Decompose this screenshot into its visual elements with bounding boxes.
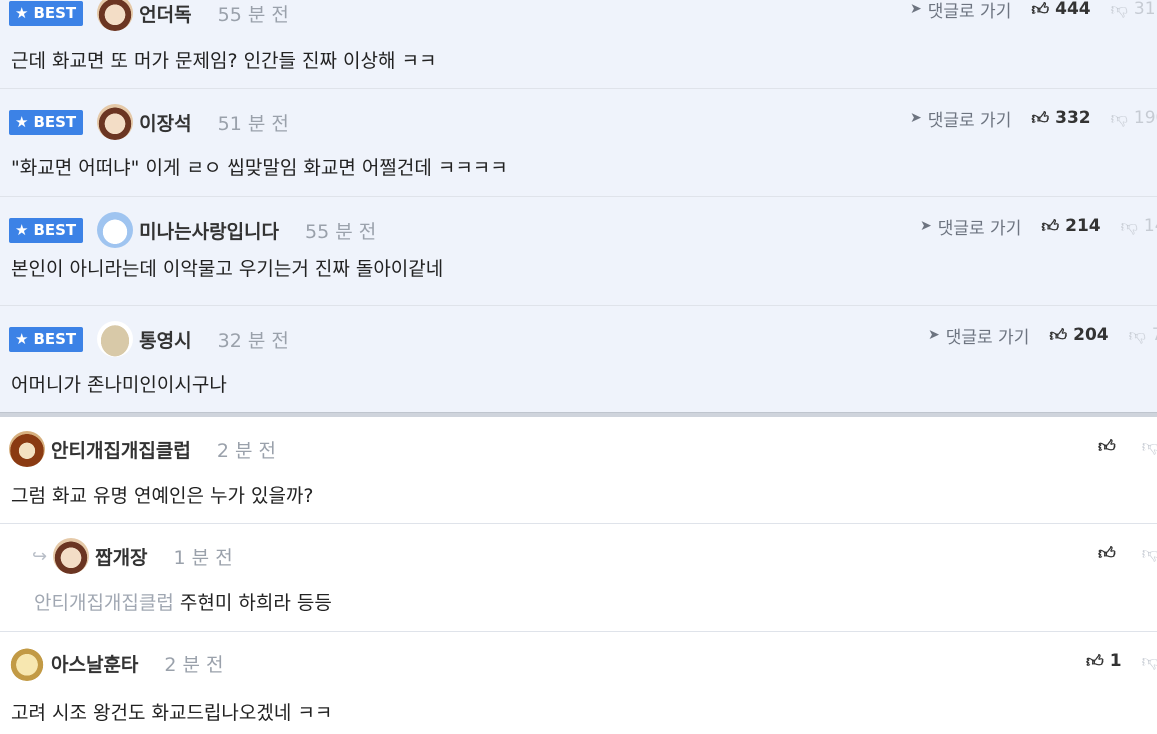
timestamp: 55 분 전 (305, 220, 377, 243)
location-arrow-icon: ➤ (910, 110, 922, 126)
comment-text: "화교면 어떠냐" 이게 ㄹㅇ 씹맞말임 화교면 어쩔건데 ㅋㅋㅋㅋ (11, 157, 508, 179)
thumbs-up-icon: 👍︎ (1049, 325, 1068, 346)
go-to-reply-link[interactable]: ➤ 댓글로 가기 (910, 0, 1011, 22)
upvote-button[interactable]: 👍︎ 332 (1031, 108, 1090, 129)
downvote-button[interactable]: 👎︎311 (1111, 0, 1157, 20)
comment-text: 고려 시조 왕건도 화교드립나오겠네 ㅋㅋ (11, 702, 333, 724)
timestamp: 51 분 전 (217, 112, 289, 135)
timestamp: 1 분 전 (173, 546, 233, 569)
thumbs-down-icon: 👎︎ (1110, 108, 1128, 129)
upvote-button[interactable]: 👍︎ 214 (1041, 216, 1100, 237)
avatar[interactable] (97, 0, 134, 31)
best-comment: ★BEST 이장석 51 분 전 ➤댓글로 가기 👍︎332 👎︎190 "화교… (0, 89, 1157, 197)
go-to-reply-link[interactable]: ➤ 댓글로 가기 (920, 214, 1021, 239)
nickname[interactable]: 안티개집개집클럽 (51, 436, 191, 463)
thumbs-up-icon: 👍︎ (1031, 0, 1050, 20)
upvote-button[interactable]: 👍︎ (1098, 436, 1122, 457)
downvote-button[interactable]: 👎︎7 (1129, 325, 1157, 346)
location-arrow-icon: ➤ (928, 327, 940, 343)
upvote-button[interactable]: 👍︎ (1098, 543, 1122, 564)
location-arrow-icon: ➤ (920, 218, 932, 234)
thumbs-down-icon: 👎︎ (1141, 651, 1157, 672)
best-badge: ★ BEST (9, 109, 84, 135)
reply-arrow-icon: ↪ (32, 545, 48, 567)
best-comment: ★BEST 통영시 32 분 전 ➤댓글로 가기 👍︎204 👎︎7 어머니가 … (0, 306, 1157, 412)
thumbs-down-icon: 👎︎ (1128, 325, 1146, 346)
comment-text: 본인이 아니라는데 이악물고 우기는거 진짜 돌아이같네 (11, 258, 444, 280)
downvote-button[interactable]: 👎︎190 (1111, 108, 1157, 129)
comment-text: 그럼 화교 유명 연예인은 누가 있을까? (11, 485, 314, 507)
upvote-button[interactable]: 👍︎ 1 (1086, 651, 1122, 672)
star-icon: ★ (15, 4, 29, 22)
timestamp: 2 분 전 (216, 439, 276, 462)
star-icon: ★ (15, 330, 29, 348)
thumbs-down-icon: 👎︎ (1110, 0, 1128, 20)
thumbs-down-icon: 👎︎ (1120, 216, 1138, 237)
best-comment: ★BEST 언더독 55 분 전 ➤댓글로 가기 👍︎444 👎︎311 근데 … (0, 0, 1157, 89)
comment-reply: ↪ 짭개장 1 분 전 👍︎ 👎︎ 안티개집개집클럽 주현미 하희라 등등 (0, 524, 1157, 632)
thumbs-up-icon: 👍︎ (1098, 436, 1116, 457)
upvote-button[interactable]: 👍︎ 444 (1031, 0, 1090, 20)
thumbs-up-icon: 👍︎ (1041, 216, 1060, 237)
nickname[interactable]: 아스날훈타 (51, 650, 138, 677)
nickname[interactable]: 언더독 (139, 0, 191, 27)
avatar[interactable] (9, 431, 45, 467)
go-to-reply-link[interactable]: ➤ 댓글로 가기 (928, 323, 1029, 348)
best-comments-section: ★BEST 언더독 55 분 전 ➤댓글로 가기 👍︎444 👎︎311 근데 … (0, 0, 1157, 412)
comment: 아스날훈타 2 분 전 👍︎ 1 👎︎ 고려 시조 왕건도 화교드립나오겠네 ㅋㅋ (0, 632, 1157, 734)
go-to-reply-link[interactable]: ➤ 댓글로 가기 (910, 106, 1011, 131)
thumbs-up-icon: 👍︎ (1031, 108, 1050, 129)
star-icon: ★ (15, 221, 29, 239)
thumbs-down-icon: 👎︎ (1141, 436, 1157, 457)
downvote-button[interactable]: 👎︎14 (1121, 216, 1157, 237)
avatar[interactable] (53, 538, 90, 574)
timestamp: 32 분 전 (217, 329, 289, 352)
thumbs-up-icon: 👍︎ (1086, 651, 1104, 672)
comment-list: ★BEST 언더독 55 분 전 ➤댓글로 가기 👍︎444 👎︎311 근데 … (0, 0, 1157, 734)
downvote-button[interactable]: 👎︎ (1142, 543, 1157, 564)
comment-text: 근데 화교면 또 머가 문제임? 인간들 진짜 이상해 ㅋㅋ (11, 50, 437, 72)
timestamp: 55 분 전 (217, 3, 289, 26)
comment-text: 어머니가 존나미인이시구나 (11, 374, 227, 396)
best-badge: ★ BEST (9, 217, 84, 243)
downvote-button[interactable]: 👎︎ (1142, 436, 1157, 457)
best-badge: ★ BEST (9, 0, 84, 26)
nickname[interactable]: 통영시 (139, 326, 191, 353)
nickname[interactable]: 이장석 (139, 109, 191, 136)
star-icon: ★ (15, 113, 29, 131)
upvote-button[interactable]: 👍︎ 204 (1049, 325, 1108, 346)
mention[interactable]: 안티개집개집클럽 (34, 592, 174, 614)
best-badge: ★ BEST (9, 326, 84, 352)
nickname[interactable]: 미나는사랑입니다 (139, 217, 279, 244)
thumbs-up-icon: 👍︎ (1098, 543, 1116, 564)
avatar[interactable] (97, 104, 134, 140)
avatar[interactable] (97, 212, 134, 248)
avatar[interactable] (9, 645, 45, 681)
comment-text: 안티개집개집클럽 주현미 하희라 등등 (34, 592, 332, 614)
downvote-button[interactable]: 👎︎ (1142, 651, 1157, 672)
nickname[interactable]: 짭개장 (95, 543, 147, 570)
timestamp: 2 분 전 (164, 653, 224, 676)
thumbs-down-icon: 👎︎ (1141, 543, 1157, 564)
location-arrow-icon: ➤ (910, 1, 922, 17)
avatar[interactable] (97, 321, 134, 357)
best-comment: ★BEST 미나는사랑입니다 55 분 전 ➤댓글로 가기 👍︎214 👎︎14… (0, 197, 1157, 306)
comment: 안티개집개집클럽 2 분 전 👍︎ 👎︎ 그럼 화교 유명 연예인은 누가 있을… (0, 417, 1157, 524)
